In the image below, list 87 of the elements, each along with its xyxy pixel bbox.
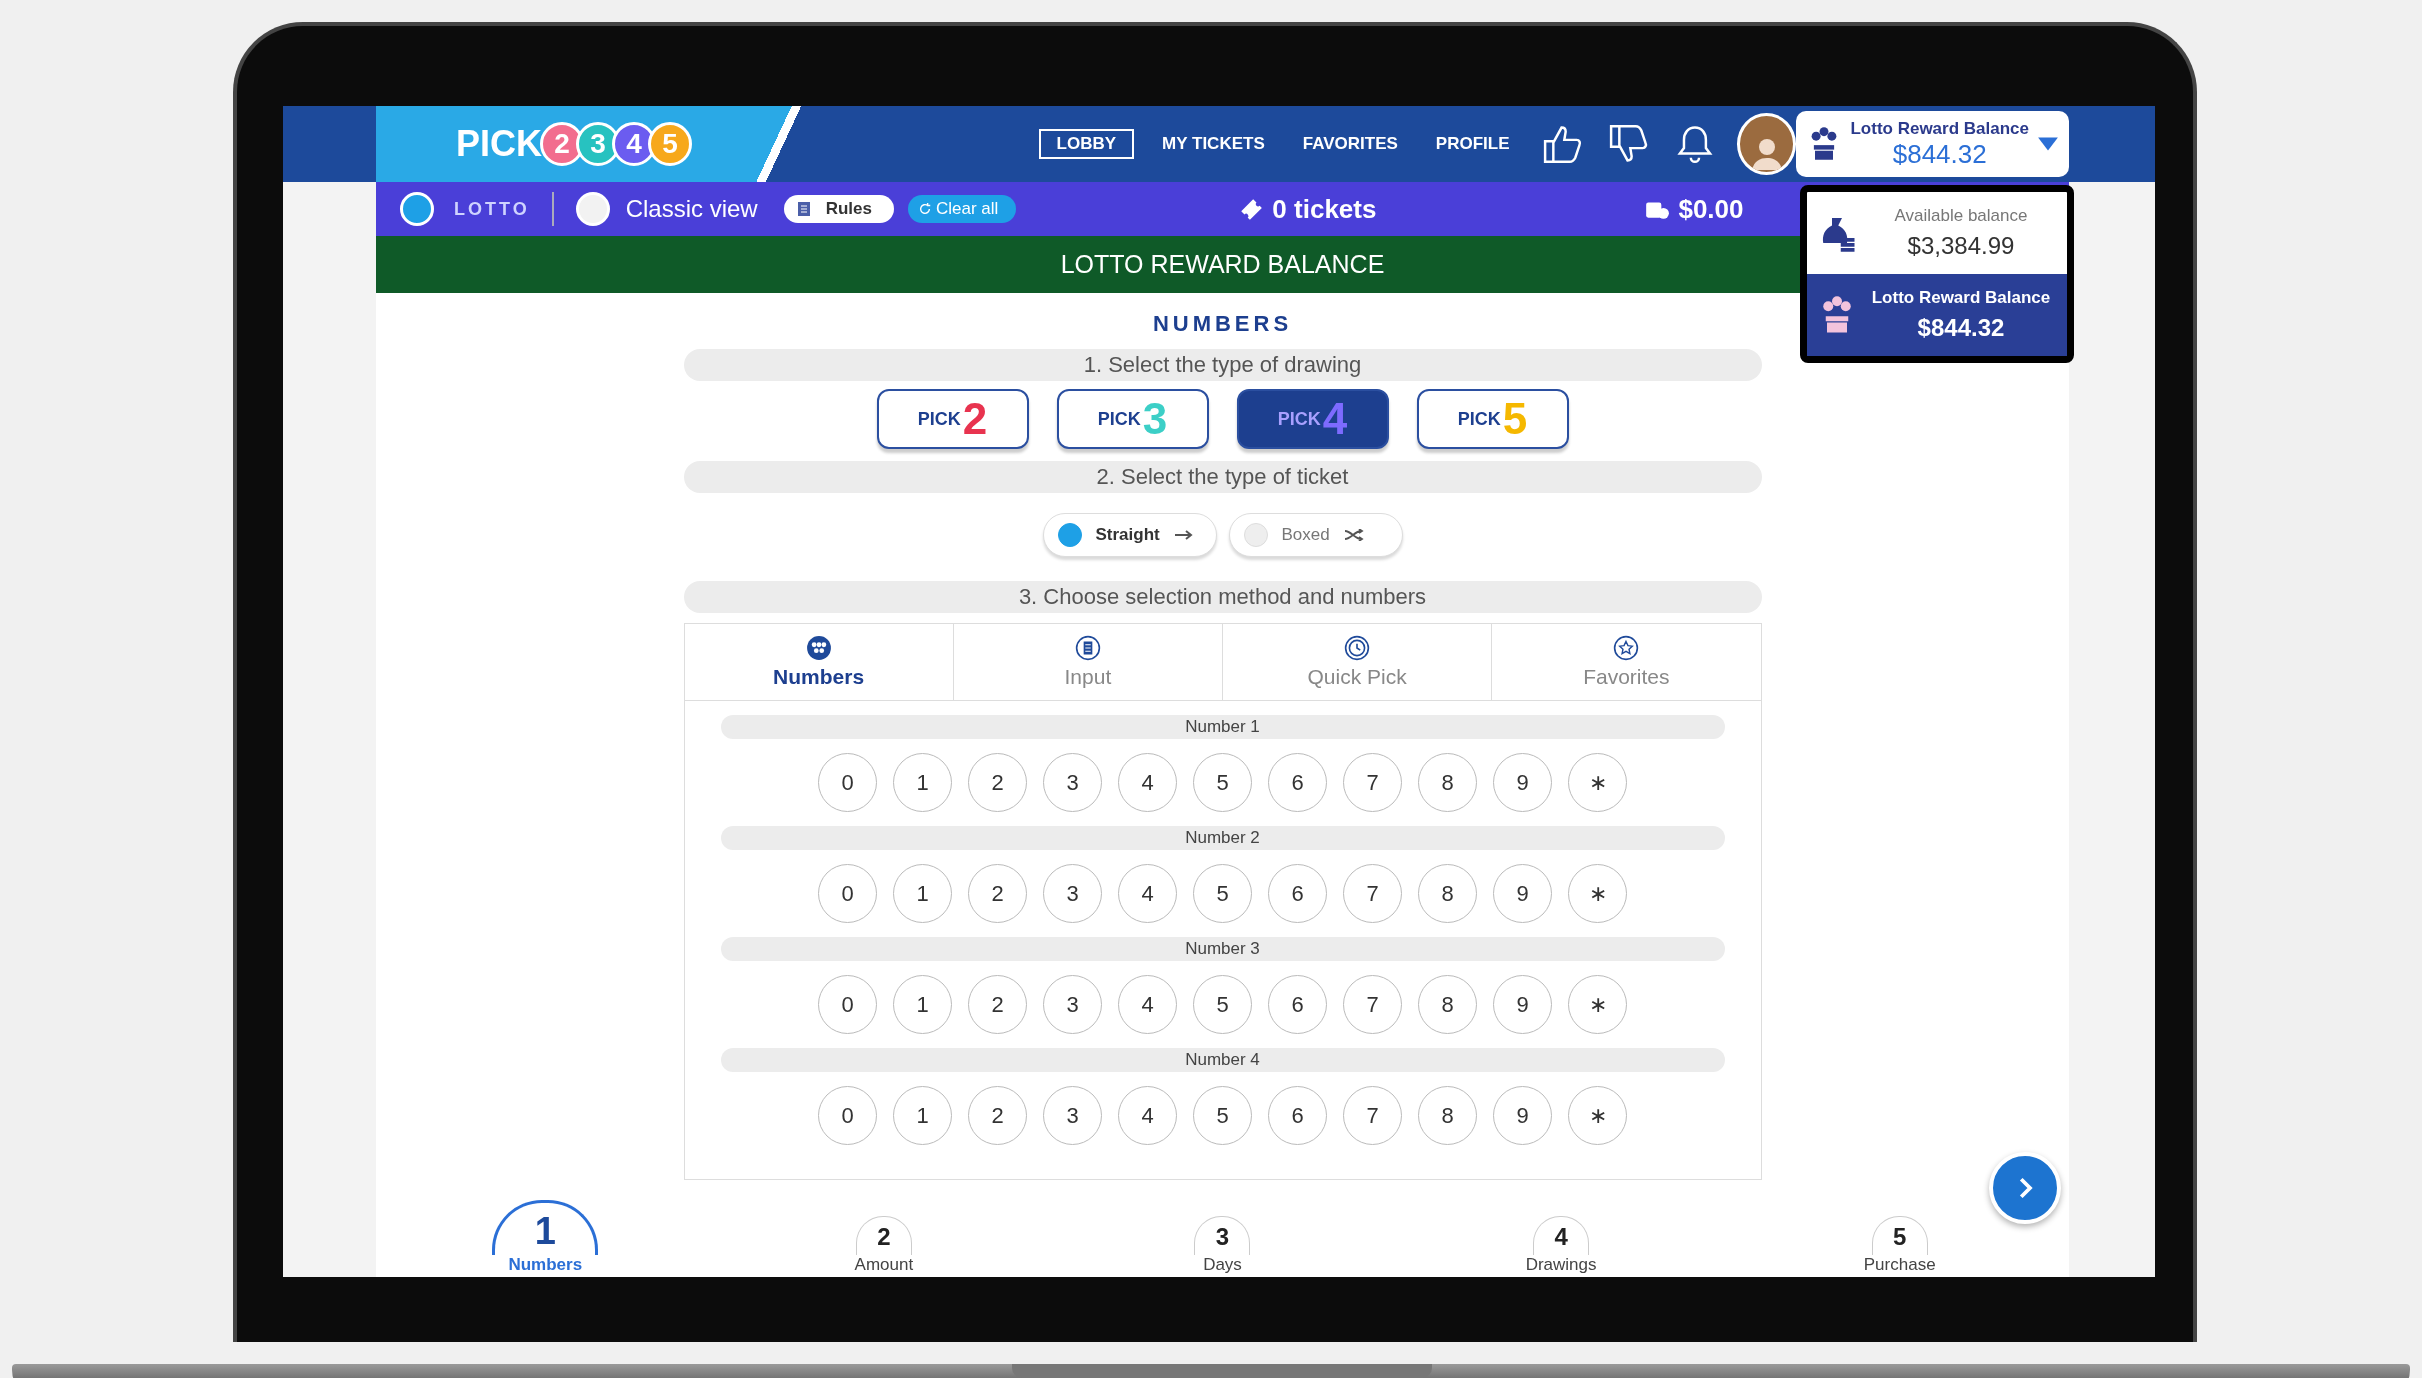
shuffle-icon xyxy=(1343,529,1364,541)
number-ball[interactable]: 2 xyxy=(968,864,1027,923)
number-row-heading: Number 3 xyxy=(720,937,1725,961)
number-ball[interactable]: 9 xyxy=(1493,864,1552,923)
document-icon xyxy=(795,201,812,217)
number-ball[interactable]: 5 xyxy=(1193,975,1252,1034)
number-ball[interactable]: 4 xyxy=(1118,1086,1177,1145)
number-ball[interactable]: 6 xyxy=(1268,864,1327,923)
number-ball[interactable]: ∗ xyxy=(1568,975,1627,1034)
number-ball[interactable]: 3 xyxy=(1043,753,1102,812)
number-ball[interactable]: 2 xyxy=(968,1086,1027,1145)
method-tab[interactable]: Input xyxy=(953,624,1223,700)
caret-icon xyxy=(2037,136,2059,152)
refresh-icon xyxy=(918,202,932,216)
method-tab[interactable]: Quick Pick xyxy=(1223,624,1493,700)
ticket-count: 0 tickets xyxy=(1238,193,1377,225)
number-ball[interactable]: 9 xyxy=(1493,753,1552,812)
avatar[interactable] xyxy=(1737,113,1797,175)
cart-total: $0.00 xyxy=(1644,193,1744,225)
nav-link[interactable]: FAVORITES xyxy=(1292,129,1408,159)
number-ball[interactable]: ∗ xyxy=(1568,864,1627,923)
section-title: NUMBERS xyxy=(1152,311,1293,337)
number-ball[interactable]: 1 xyxy=(893,975,952,1034)
number-ball[interactable]: 7 xyxy=(1343,1086,1402,1145)
progress-step[interactable]: 3 Days xyxy=(1053,1195,1392,1277)
number-row-heading: Number 4 xyxy=(720,1048,1725,1072)
number-ball[interactable]: 1 xyxy=(893,753,952,812)
number-ball[interactable]: 7 xyxy=(1343,975,1402,1034)
clock-icon xyxy=(1344,635,1371,661)
number-ball[interactable]: 3 xyxy=(1043,975,1102,1034)
number-ball[interactable]: 6 xyxy=(1268,975,1327,1034)
dots-icon xyxy=(805,635,832,661)
progress-step[interactable]: 2 Amount xyxy=(714,1195,1054,1277)
number-ball[interactable]: ∗ xyxy=(1568,1086,1627,1145)
number-ball[interactable]: 4 xyxy=(1118,864,1177,923)
logo-word: PICK xyxy=(456,123,542,165)
nav-link[interactable]: MY TICKETS xyxy=(1152,129,1275,159)
number-ball[interactable]: 8 xyxy=(1418,864,1477,923)
classic-view-label: Classic view xyxy=(625,195,758,223)
number-row-heading: Number 1 xyxy=(720,715,1725,739)
number-ball[interactable]: 9 xyxy=(1493,975,1552,1034)
number-ball[interactable]: 5 xyxy=(1193,1086,1252,1145)
number-row-heading: Number 2 xyxy=(720,826,1725,850)
number-ball[interactable]: 8 xyxy=(1418,975,1477,1034)
calculator-icon xyxy=(1074,635,1101,661)
number-ball[interactable]: 2 xyxy=(968,753,1027,812)
number-ball[interactable]: 3 xyxy=(1043,1086,1102,1145)
number-ball[interactable]: 0 xyxy=(818,975,877,1034)
number-ball[interactable]: 5 xyxy=(1193,864,1252,923)
number-ball[interactable]: ∗ xyxy=(1568,753,1627,812)
progress-step[interactable]: 4 Drawings xyxy=(1391,1195,1731,1277)
progress-step[interactable]: 5 Purchase xyxy=(1730,1195,2069,1277)
number-ball[interactable]: 8 xyxy=(1418,753,1477,812)
number-ball[interactable]: 3 xyxy=(1043,864,1102,923)
progress-step[interactable]: 1 Numbers xyxy=(376,1195,715,1277)
ticket-type-option[interactable]: Straight xyxy=(1042,513,1217,557)
step-heading: 3. Choose selection method and numbers xyxy=(683,581,1762,613)
number-ball[interactable]: 1 xyxy=(893,1086,952,1145)
number-ball[interactable]: 6 xyxy=(1268,753,1327,812)
logo-ball: 5 xyxy=(648,122,692,166)
classic-view-toggle[interactable] xyxy=(575,192,610,226)
number-ball[interactable]: 4 xyxy=(1118,753,1177,812)
number-ball[interactable]: 0 xyxy=(818,753,877,812)
number-ball[interactable]: 0 xyxy=(818,864,877,923)
lotto-logo: LOTTO xyxy=(454,198,530,220)
number-ball[interactable]: 1 xyxy=(893,864,952,923)
step-heading: 2. Select the type of ticket xyxy=(683,461,1762,493)
method-tab[interactable]: Numbers xyxy=(684,624,954,700)
arrow-right-icon xyxy=(1173,529,1194,541)
rules-button[interactable]: Rules xyxy=(783,195,894,223)
number-ball[interactable]: 5 xyxy=(1193,753,1252,812)
number-ball[interactable]: 7 xyxy=(1343,753,1402,812)
number-ball[interactable]: 7 xyxy=(1343,864,1402,923)
number-ball[interactable]: 8 xyxy=(1418,1086,1477,1145)
balance-dropdown[interactable]: Lotto Reward Balance $844.32 xyxy=(1796,111,2069,177)
nav-link[interactable]: LOBBY xyxy=(1038,129,1135,159)
step-heading: 1. Select the type of drawing xyxy=(683,349,1762,381)
lotto-toggle[interactable] xyxy=(400,192,434,226)
ticket-type-option[interactable]: Boxed xyxy=(1228,513,1403,557)
nav-link[interactable]: PROFILE xyxy=(1425,129,1520,159)
method-tab[interactable]: Favorites xyxy=(1492,624,1761,700)
number-ball[interactable]: 0 xyxy=(818,1086,877,1145)
balance-option[interactable]: Lotto Reward Balance $844.32 xyxy=(1807,274,2067,356)
number-ball[interactable]: 9 xyxy=(1493,1086,1552,1145)
number-ball[interactable]: 2 xyxy=(968,975,1027,1034)
number-ball[interactable]: 6 xyxy=(1268,1086,1327,1145)
number-ball[interactable]: 4 xyxy=(1118,975,1177,1034)
